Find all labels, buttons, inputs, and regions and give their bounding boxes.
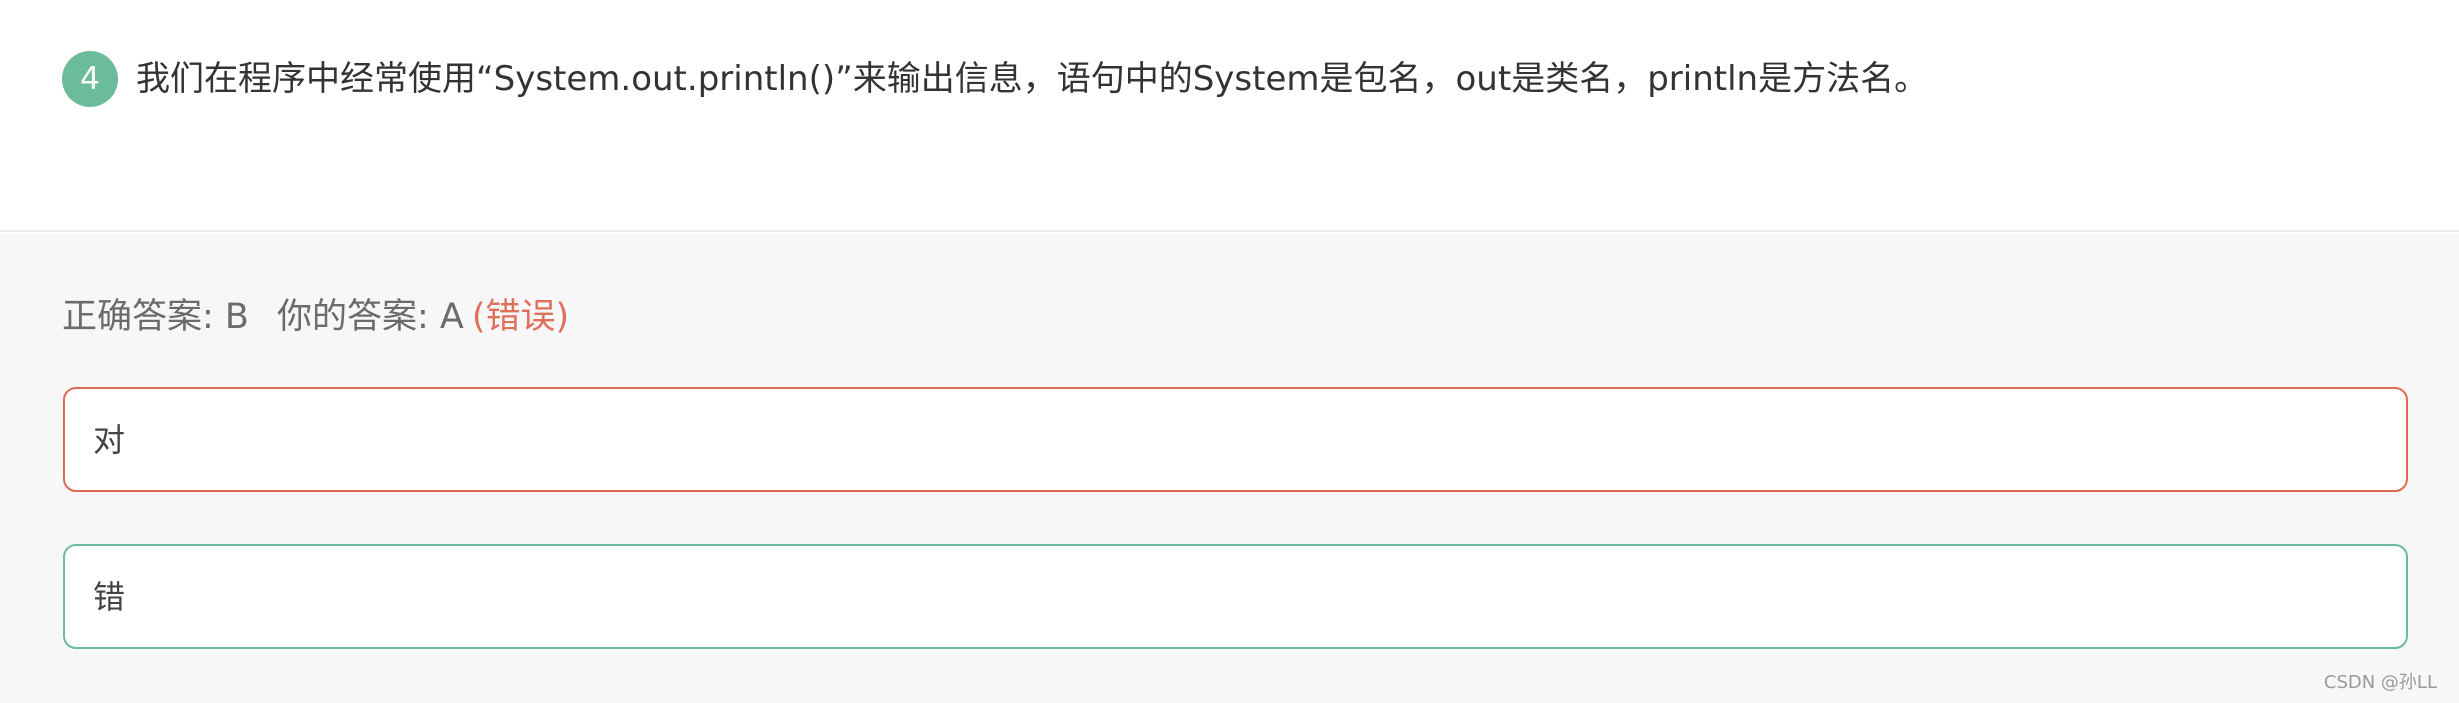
watermark: CSDN @孙LL xyxy=(2323,672,2437,693)
your-answer-label: 你的答案: A xyxy=(276,297,464,337)
answer-panel: 正确答案: B 你的答案: A (错误) 对 错 xyxy=(0,234,2459,703)
option-b-label: 错 xyxy=(93,578,126,616)
answer-status-wrong: (错误) xyxy=(471,297,570,337)
option-b[interactable]: 错 xyxy=(63,544,2408,649)
correct-answer-label: 正确答案: B xyxy=(62,297,249,337)
answer-result-line: 正确答案: B 你的答案: A (错误) xyxy=(62,294,569,340)
option-a-label: 对 xyxy=(93,421,126,459)
question-text: 我们在程序中经常使用“System.out.println()”来输出信息，语句… xyxy=(136,59,1929,99)
option-a[interactable]: 对 xyxy=(63,387,2408,492)
question-number-badge: 4 xyxy=(62,51,118,107)
question-panel: 4 我们在程序中经常使用“System.out.println()”来输出信息，… xyxy=(0,0,2459,232)
